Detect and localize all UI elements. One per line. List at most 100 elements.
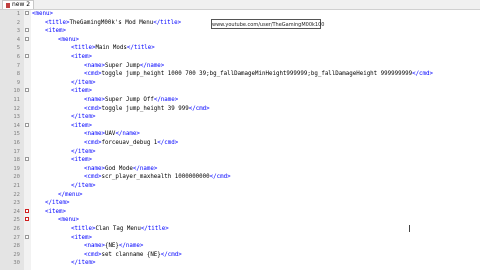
code-line[interactable]: 30 </item> [0,259,480,267]
fold-toggle-icon[interactable] [25,54,29,58]
fold-toggle-icon[interactable] [25,36,29,41]
code-line[interactable]: 19 <name>God Mode</name> [0,165,480,173]
code-line[interactable]: 16 <cmd>forceuav_debug 1</cmd> [0,139,480,147]
line-number: 9 [16,79,20,86]
code-line[interactable]: 24 <item> [0,208,480,216]
code-line[interactable]: 25 <menu> [0,216,480,224]
close-tag: </cmd> [157,140,179,146]
open-tag: </menu> [58,191,83,198]
code-line[interactable]: 7 <name>Super Jump</name> [0,62,480,70]
code-line[interactable]: 20 <cmd>scr_player_maxhealth 1000000000</… [0,173,480,181]
fold-toggle-icon[interactable] [25,157,29,162]
line-number: 14 [13,122,20,129]
code-line[interactable]: 17 </item> [0,148,480,156]
code-line[interactable]: 4 <menu> [0,36,480,44]
code-text: <title>Main Mods</title> [71,44,155,52]
open-tag: <item> [71,234,92,241]
code-text: </item> [71,182,95,190]
fold-toggle-icon[interactable] [25,88,29,93]
open-tag: <name> [84,62,105,69]
open-tag: </item> [71,260,96,267]
line-number: 24 [13,208,20,215]
open-tag: </item> [71,79,96,86]
code-text: </item> [71,148,95,156]
tag-content: scr_player_maxhealth 1000000000 [101,174,210,181]
line-number: 28 [13,243,20,250]
line-number: 4 [16,36,20,43]
fold-toggle-icon[interactable] [25,122,29,127]
open-tag: <title> [71,226,96,232]
code-line[interactable]: 22 </menu> [0,191,480,199]
line-number: 25 [13,217,20,224]
code-text: <cmd>set clanname {NE}</cmd> [84,251,182,259]
code-line[interactable]: 21 </item> [0,182,480,190]
code-text: <item> [71,156,92,164]
line-number: 23 [13,200,20,207]
code-text: <cmd>toggle jump_height 1000 700 39;bg_f… [84,70,433,78]
open-tag: </item> [71,183,96,189]
close-tag: </title> [153,19,182,26]
close-tag: </name> [139,62,165,69]
tag-content: forceuav_debug 1 [101,140,158,146]
open-tag: <title> [71,45,96,52]
code-text: <menu> [58,216,79,224]
code-line[interactable]: 18 <item> [0,156,480,164]
tag-content: UAV [104,131,116,138]
line-number: 15 [13,131,20,138]
code-line[interactable]: 5 <title>Main Mods</title> [0,44,480,52]
line-number: 21 [13,183,20,189]
code-line[interactable]: 11 <name>Super Jump Off</name> [0,96,480,104]
fold-toggle-icon[interactable] [25,208,29,213]
line-number: 10 [13,88,20,95]
code-text: <name>God Mode</name> [84,165,157,173]
line-number: 7 [16,62,20,69]
code-line[interactable]: 12 <cmd>toggle jump_height 39 999</cmd> [0,105,480,113]
code-line[interactable]: 26 <title>Clan Tag Menu</title> [0,225,480,233]
open-tag: <cmd> [84,105,102,112]
fold-toggle-icon[interactable] [25,28,29,33]
code-line[interactable]: 28 <name>{NE}</name> [0,242,480,250]
line-number: 3 [16,28,20,35]
line-number: 19 [13,165,20,172]
code-line[interactable]: 13 </item> [0,113,480,121]
tag-content: {NE} [104,243,119,250]
fold-toggle-icon[interactable] [25,234,29,239]
code-editor[interactable]: 1 <menu> 2 <title>TheGamingM00k's Mod Menu<… [0,10,480,270]
fold-toggle-icon[interactable] [25,217,29,222]
code-text: <item> [45,208,66,216]
code-text: <item> [71,87,92,95]
open-tag: <cmd> [84,174,102,181]
line-number: 26 [13,226,20,232]
code-text: </item> [45,199,69,207]
tag-content: TheGamingM00k's Mod Menu [69,19,154,26]
code-line[interactable]: 14 <item> [0,122,480,130]
line-number: 11 [13,97,20,103]
code-text: <name>UAV</name> [84,130,140,138]
line-number: 12 [13,105,20,112]
code-text: </item> [71,259,95,267]
open-tag: <name> [84,131,105,138]
open-tag: <menu> [58,36,79,43]
code-line[interactable]: 29 <cmd>set clanname {NE}</cmd> [0,251,480,259]
open-tag: <item> [45,28,66,35]
code-text: <name>Super Jump Off</name> [84,96,178,104]
tag-content: toggle jump_height 1000 700 39;bg_fallDa… [101,71,413,78]
code-text: <item> [71,122,92,130]
fold-toggle-icon[interactable] [25,11,29,15]
code-text: <menu> [58,36,79,44]
document-tab[interactable]: new 2 [2,0,35,9]
open-tag: <item> [45,208,66,215]
open-tag: <cmd> [84,251,102,258]
code-line[interactable]: 10 <item> [0,87,480,95]
code-line[interactable]: 27 <item> [0,234,480,242]
line-number: 6 [16,54,20,60]
code-line[interactable]: 23 </item> [0,199,480,207]
code-text: <cmd>scr_player_maxhealth 1000000000</cm… [84,173,231,181]
code-line[interactable]: 9 </item> [0,79,480,87]
code-line[interactable]: 15 <name>UAV</name> [0,130,480,138]
code-line[interactable]: 6 <item> [0,53,480,61]
code-line[interactable]: 8 <cmd>toggle jump_height 1000 700 39;bg_… [0,70,480,78]
code-text: <menu> [32,10,53,18]
line-number: 5 [16,45,20,52]
code-line[interactable]: 1 <menu> [0,10,480,18]
